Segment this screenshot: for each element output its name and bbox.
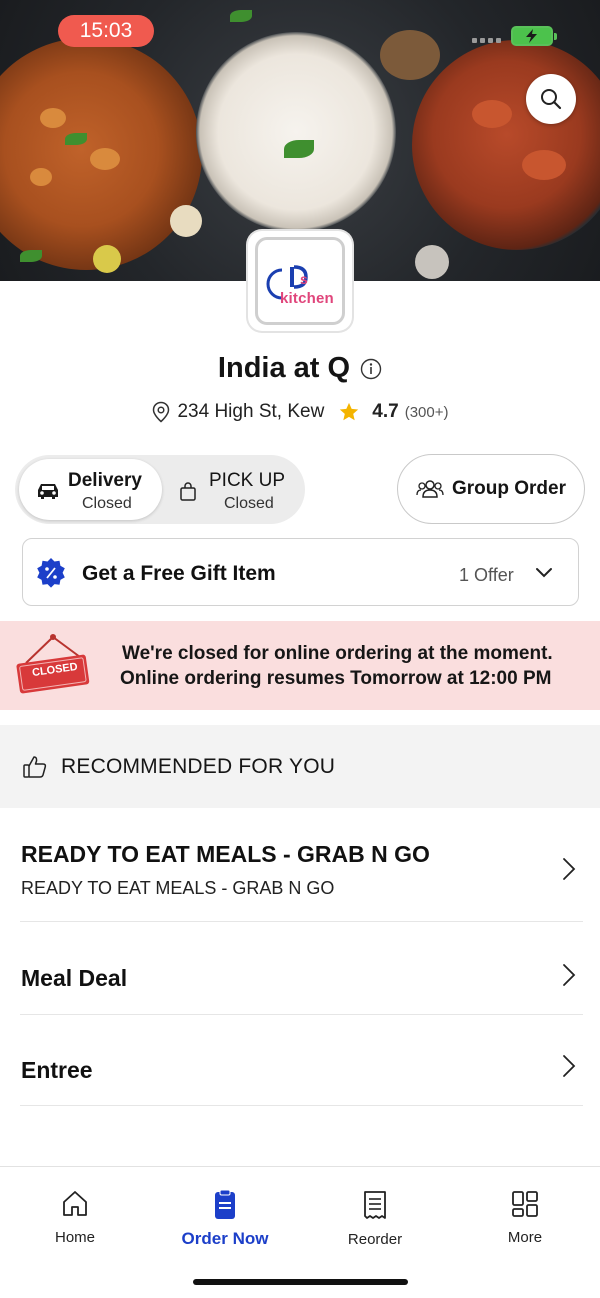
search-icon [541,89,562,110]
order-mode-toggle: Delivery Closed PICK UP Closed [15,455,305,524]
group-order-label: Group Order [451,478,566,499]
home-icon [63,1191,87,1216]
group-order-button[interactable]: Group Order [397,454,585,524]
logo-prefix: s [300,271,308,287]
home-indicator [193,1279,408,1285]
shopping-bag-icon [180,482,196,501]
nav-home-label: Home [54,1229,95,1246]
category-title: Entree [21,1057,93,1083]
info-icon[interactable] [360,358,382,380]
chevron-down-icon[interactable] [535,567,553,579]
category-item-entree[interactable]: Entree [0,1015,600,1105]
recommended-header: RECOMMENDED FOR YOU [0,725,600,808]
offer-count: 1 Offer [459,565,514,585]
curry-plate-image [0,38,202,270]
chevron-right-icon [563,858,576,880]
signal-icon [472,38,501,43]
nav-order-now[interactable]: Order Now [165,1189,285,1249]
recommended-title: RECOMMENDED FOR YOU [61,754,336,778]
closed-message-line2: Online ordering resumes Tomorrow at 12:0… [120,668,552,689]
receipt-icon [364,1191,386,1219]
pickup-label: PICK UP [209,470,286,491]
store-title-row: India at Q [0,352,600,385]
logo-word: kitchen [280,290,334,307]
store-address: 234 High St, Kew [177,401,325,422]
category-item-meal-deal[interactable]: Meal Deal [0,922,600,1014]
pickup-option[interactable]: PICK UP Closed [165,459,301,520]
location-pin-icon [153,401,170,423]
group-icon [416,480,444,498]
thumbs-up-icon [23,755,47,778]
closed-message-line1: We're closed for online ordering at the … [122,643,553,664]
category-title: READY TO EAT MEALS - GRAB N GO [21,841,430,867]
store-rating: 4.7 [372,401,399,422]
delivery-status: Closed [82,495,132,512]
pickup-status: Closed [224,495,274,512]
car-icon [38,484,58,499]
nav-more[interactable]: More [465,1189,585,1246]
tandoori-plate-image [412,40,600,250]
order-icon [215,1189,235,1219]
store-name: India at Q [217,352,351,384]
closed-notice-banner: CLOSED We're closed for online ordering … [0,621,600,710]
rice-plate-image [196,32,396,232]
category-title: Meal Deal [21,965,128,991]
nav-more-label: More [507,1229,543,1246]
star-icon [340,402,359,421]
offer-card[interactable]: Get a Free Gift Item 1 Offer [22,538,579,606]
rating-count: (300+) [404,403,449,421]
divider [20,1105,583,1106]
store-logo: s kitchen [248,231,352,331]
category-subtitle: READY TO EAT MEALS - GRAB N GO [21,878,335,898]
chevron-right-icon [563,1055,576,1077]
nav-reorder[interactable]: Reorder [315,1189,435,1248]
delivery-label: Delivery [68,470,142,491]
nav-order-now-label: Order Now [181,1229,269,1248]
grid-icon [512,1191,538,1217]
status-time: 15:03 [58,15,154,47]
category-item-ready-to-eat[interactable]: READY TO EAT MEALS - GRAB N GO READY TO … [0,808,600,921]
search-button[interactable] [526,74,576,124]
offer-title: Get a Free Gift Item [82,562,276,585]
delivery-option[interactable]: Delivery Closed [19,459,162,520]
discount-badge-icon [37,558,65,588]
chevron-right-icon [563,964,576,986]
nav-home[interactable]: Home [15,1189,135,1246]
store-address-row: 234 High St, Kew 4.7 (300+) [0,401,600,423]
battery-icon [511,26,557,46]
nav-reorder-label: Reorder [347,1231,403,1248]
